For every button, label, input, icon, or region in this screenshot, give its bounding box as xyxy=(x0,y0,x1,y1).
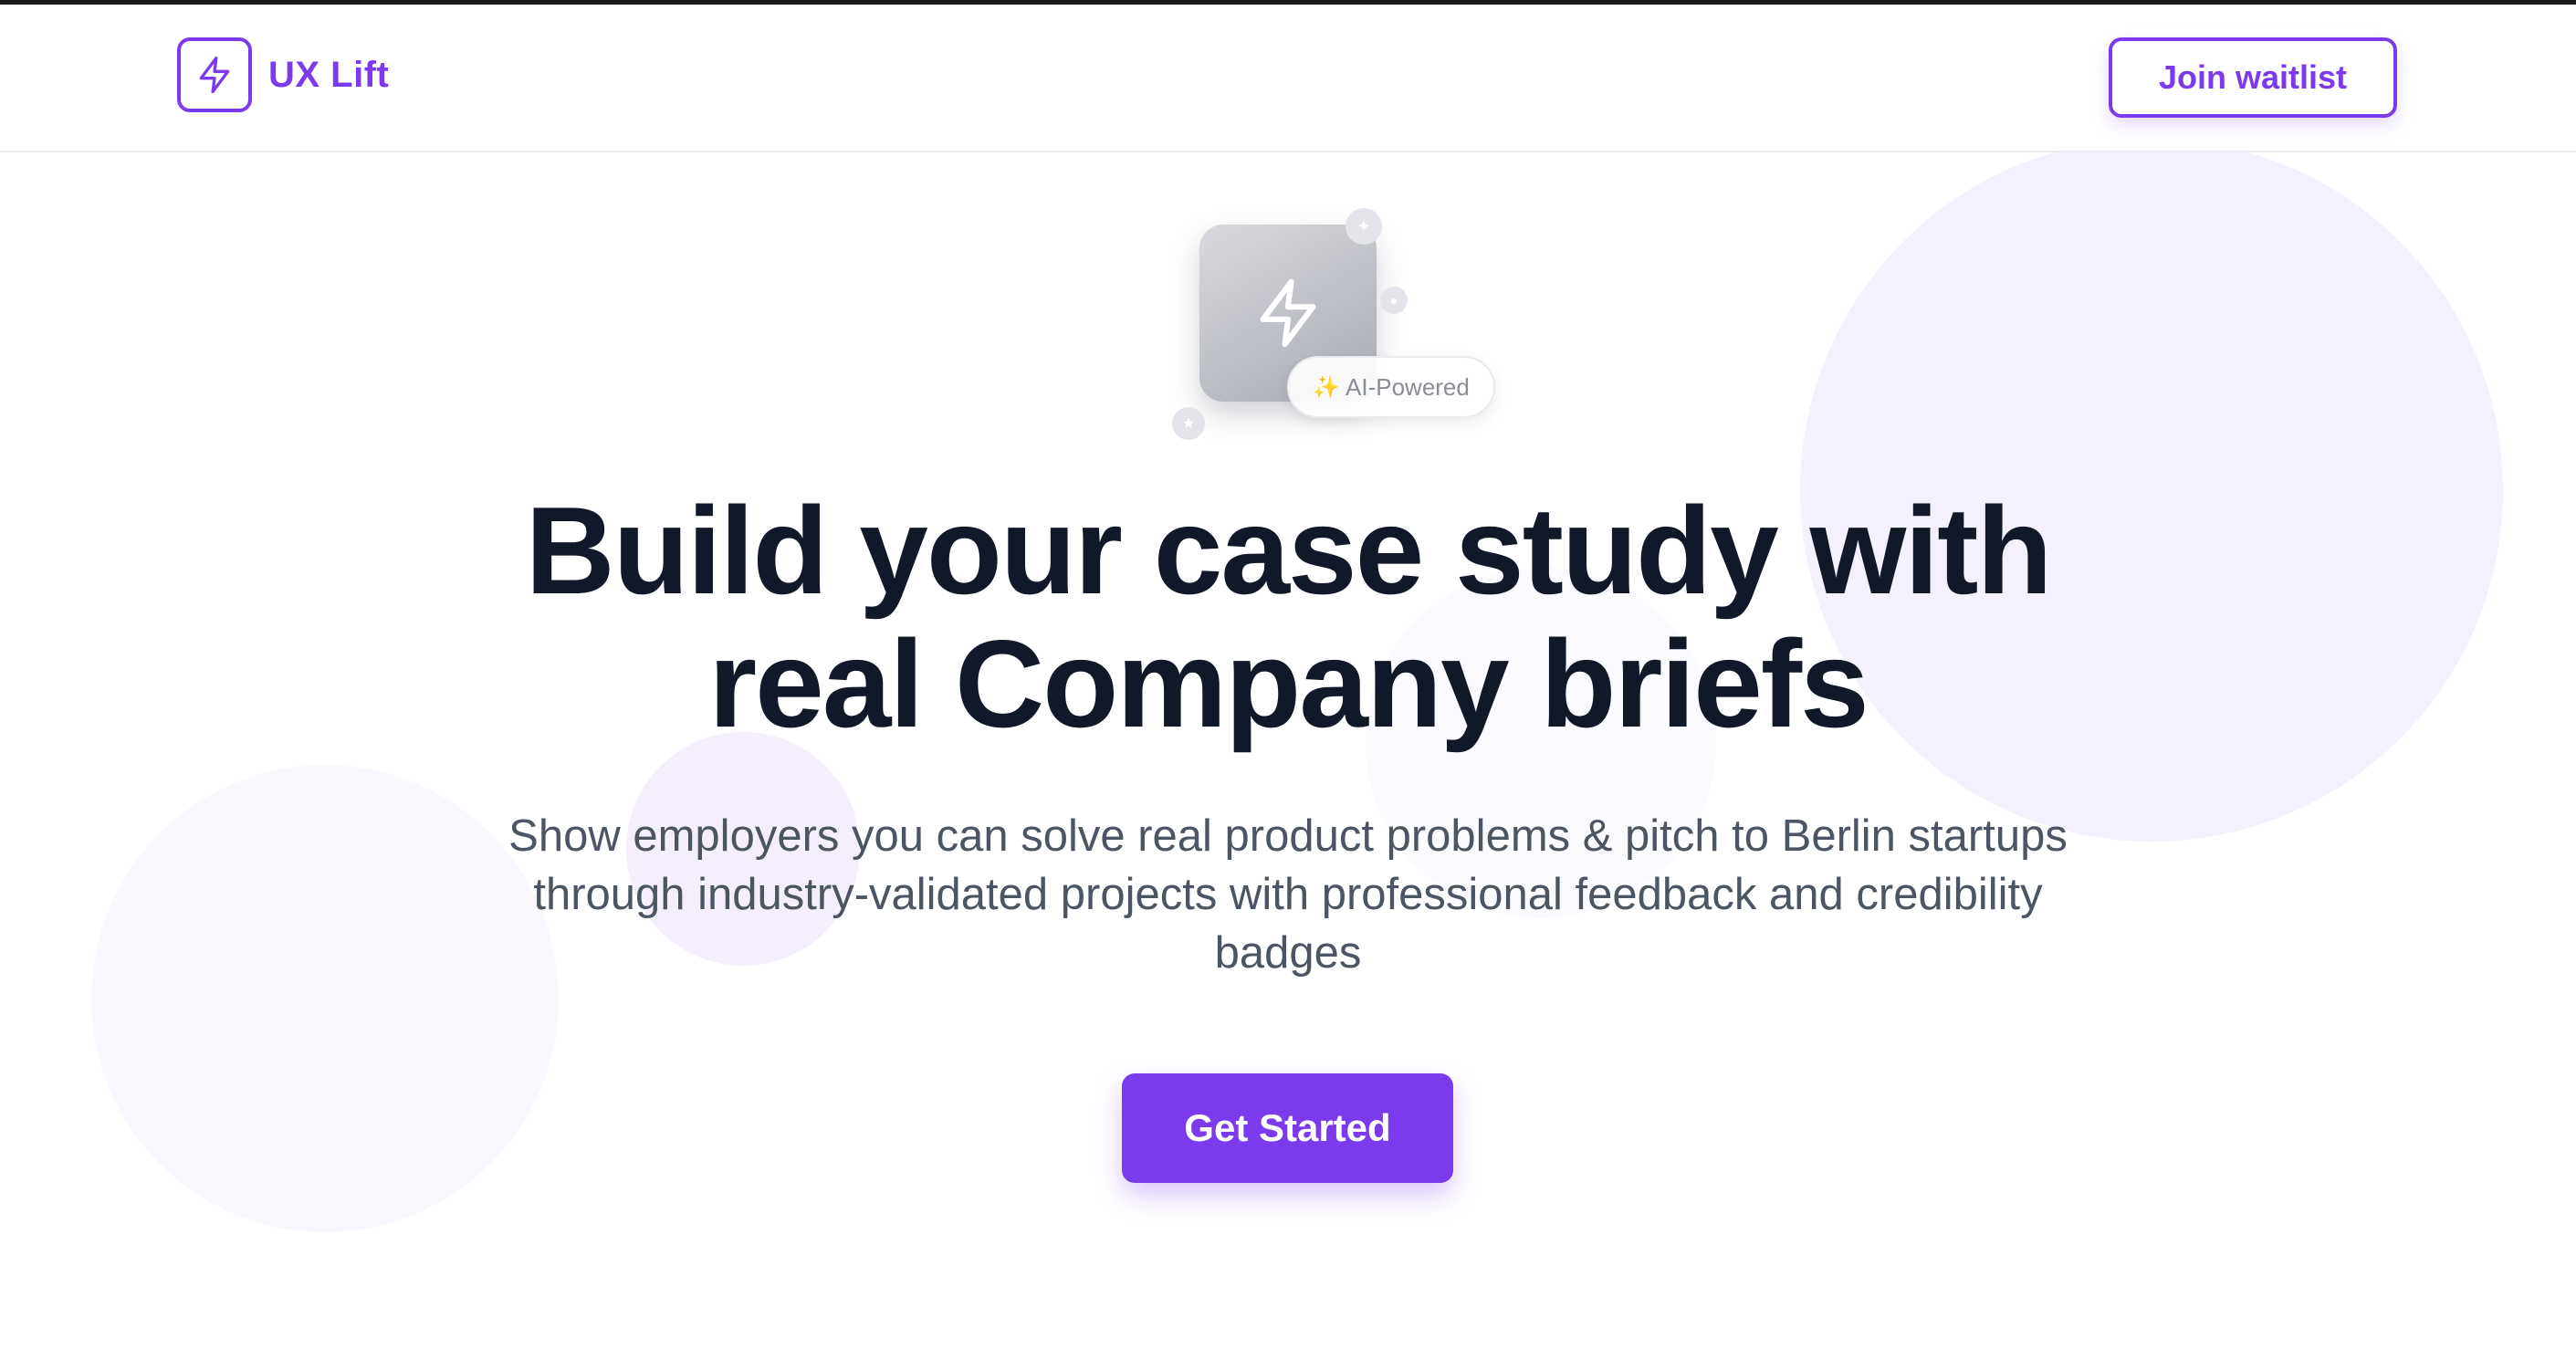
sparkle-icon: ✦ xyxy=(1356,216,1371,235)
headline-line-1: Build your case study with xyxy=(525,481,2053,620)
badge-label: AI-Powered xyxy=(1346,372,1470,401)
site-header: UX Lift Join waitlist xyxy=(0,5,2576,152)
logo-icon-box xyxy=(177,37,252,112)
decor-dot: ● xyxy=(1380,287,1408,314)
hero-subtitle: Show employers you can solve real produc… xyxy=(508,811,2068,978)
decor-sparkle-dot: ✦ xyxy=(1346,208,1382,245)
logo-text: UX Lift xyxy=(268,54,390,95)
headline-line-2: real Company briefs xyxy=(708,614,1869,753)
dot-icon: ● xyxy=(1389,293,1398,308)
lightning-icon xyxy=(199,57,230,93)
logo[interactable]: UX Lift xyxy=(177,37,389,112)
hero-headline: Build your case study with real Company … xyxy=(284,484,2292,750)
decor-star-dot: ★ xyxy=(1172,407,1205,440)
star-icon: ★ xyxy=(1181,416,1196,432)
sparkle-icon: ✨ xyxy=(1313,374,1341,400)
ai-powered-badge: ✨ AI-Powered xyxy=(1287,356,1495,418)
join-waitlist-button[interactable]: Join waitlist xyxy=(2109,37,2397,118)
get-started-button[interactable]: Get Started xyxy=(1122,1073,1453,1183)
lightning-icon xyxy=(1260,278,1316,348)
